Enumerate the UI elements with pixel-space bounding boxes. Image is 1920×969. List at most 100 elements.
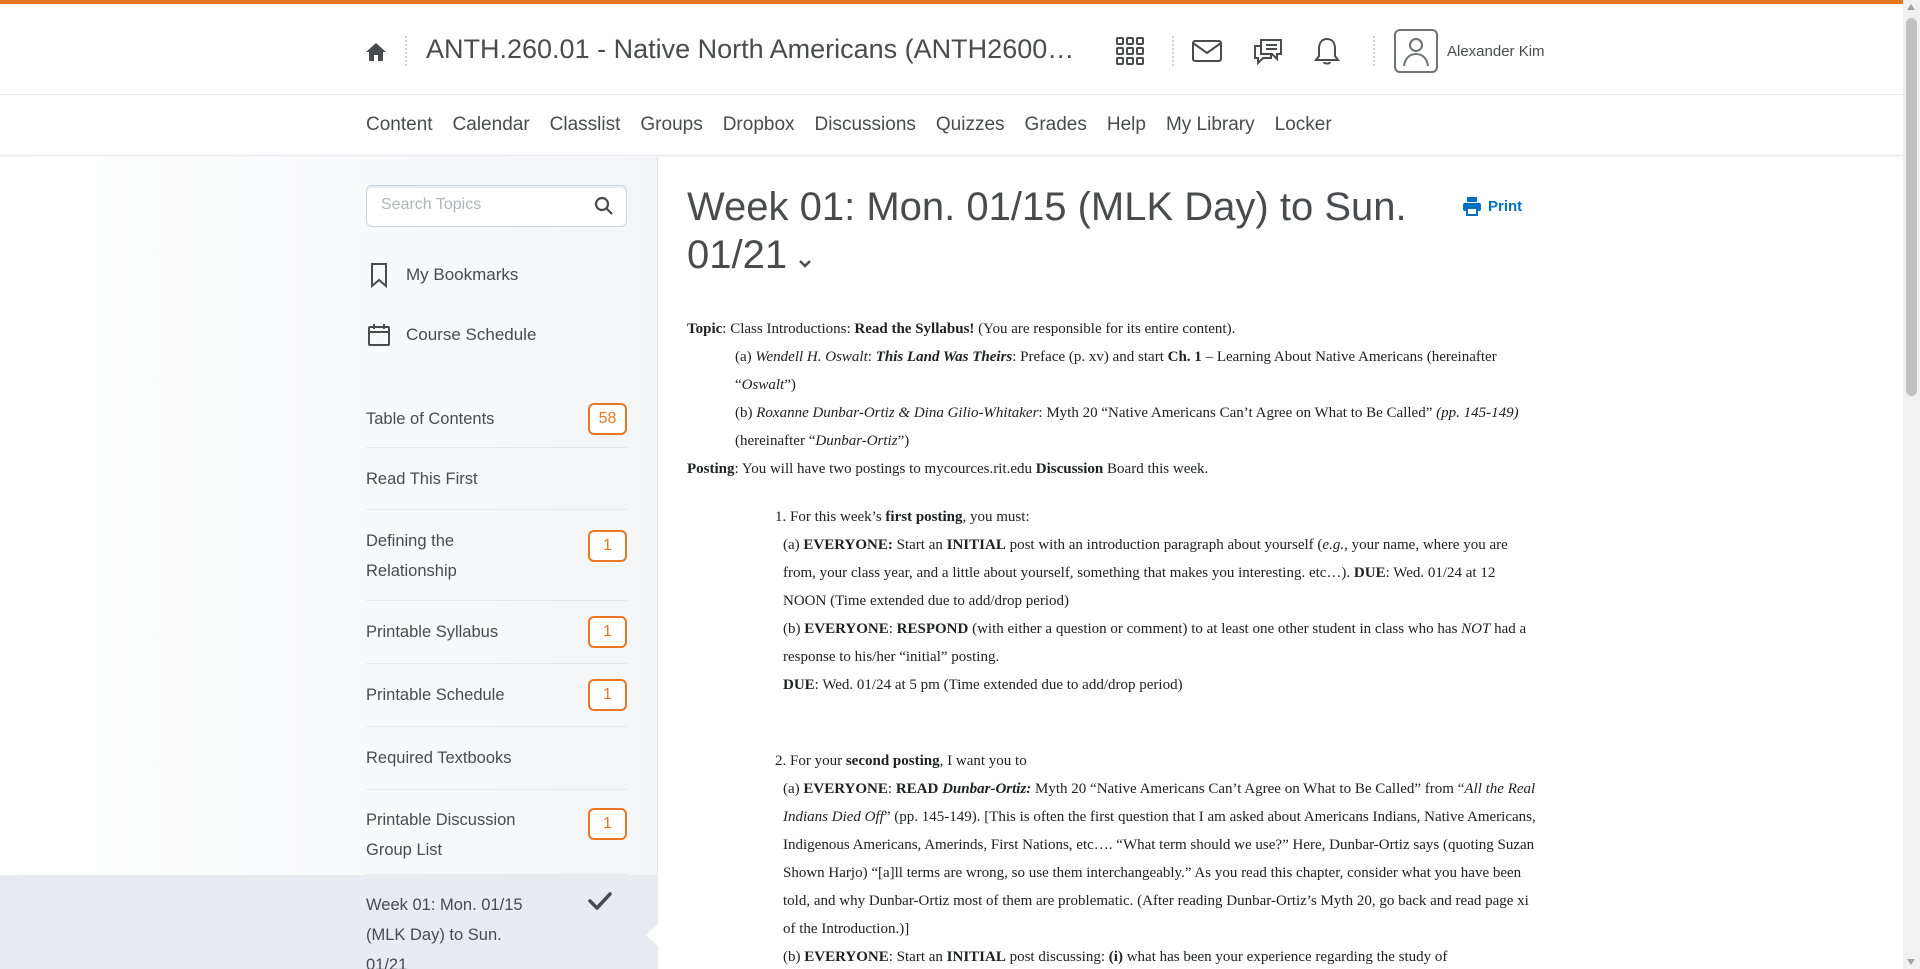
chat-bubbles-icon[interactable] <box>1249 32 1287 70</box>
text: Discussion <box>1035 461 1104 477</box>
text: Wendell H. Oswalt <box>755 349 868 365</box>
bookmark-icon <box>366 261 392 289</box>
nav-my-library[interactable]: My Library <box>1166 114 1255 136</box>
toc-item-label: Defining the Relationship <box>366 532 457 580</box>
course-navbar: Content Calendar Classlist Groups Dropbo… <box>0 96 1920 156</box>
reading-a: (a) Wendell H. Oswalt: This Land Was The… <box>687 343 1537 399</box>
nav-discussions[interactable]: Discussions <box>815 114 916 136</box>
text: first posting <box>885 509 963 525</box>
text: post discussing: <box>1005 949 1109 965</box>
scroll-down-arrow-icon[interactable] <box>1907 959 1915 965</box>
text: Read the Syllabus! <box>854 321 975 337</box>
toc-item-defining-the-relationship[interactable]: Defining the Relationship 1 <box>366 510 627 601</box>
text: : Preface (p. xv) and start <box>1012 349 1168 365</box>
unread-count-badge: 58 <box>588 403 627 435</box>
header: ANTH.260.01 - Native North Americans (AN… <box>0 4 1920 95</box>
page-scrollbar[interactable] <box>1903 0 1920 969</box>
my-bookmarks-link[interactable]: My Bookmarks <box>366 261 518 289</box>
toc-item-week-01[interactable]: Week 01: Mon. 01/15 (MLK Day) to Sun. 01… <box>366 890 627 969</box>
text: Board this week. <box>1103 461 1209 477</box>
text: , you must: <box>962 509 1030 525</box>
text: INITIAL <box>946 949 1006 965</box>
toc-item-label: Printable Schedule <box>366 686 505 704</box>
chevron-down-icon[interactable] <box>797 233 813 281</box>
nav-calendar[interactable]: Calendar <box>453 114 530 136</box>
text: (i) <box>1108 949 1123 965</box>
text: DUE <box>783 677 815 693</box>
toc-item-printable-syllabus[interactable]: Printable Syllabus 1 <box>366 601 627 664</box>
text: READ <box>895 781 939 797</box>
content-sidebar: My Bookmarks Course Schedule Table of Co… <box>0 157 659 969</box>
text: INITIAL <box>946 537 1006 553</box>
text: ”) <box>784 377 796 393</box>
text: EVERYONE <box>804 621 889 637</box>
toc-item-printable-schedule[interactable]: Printable Schedule 1 <box>366 664 627 727</box>
search-icon[interactable] <box>594 196 616 218</box>
nav-content[interactable]: Content <box>366 114 433 136</box>
nav-classlist[interactable]: Classlist <box>550 114 621 136</box>
posting-label: Posting <box>687 461 735 477</box>
text: : Start an <box>888 949 947 965</box>
text: (You are responsible for its entire cont… <box>974 321 1236 337</box>
search-topics-input[interactable] <box>381 196 581 214</box>
reading-b: (b) Roxanne Dunbar-Ortiz & Dina Gilio-Wh… <box>687 399 1537 455</box>
text: , I want you to <box>939 753 1027 769</box>
course-title[interactable]: ANTH.260.01 - Native North Americans (AN… <box>426 34 1076 65</box>
print-button[interactable]: Print <box>1462 196 1522 216</box>
toc-item-printable-discussion-group-list[interactable]: Printable Discussion Group List 1 <box>366 790 627 875</box>
home-icon[interactable] <box>364 40 388 64</box>
toc-item-label: Read This First <box>366 470 478 488</box>
text: (a) <box>783 781 804 797</box>
nav-grades[interactable]: Grades <box>1025 114 1087 136</box>
text: : <box>888 621 897 637</box>
text: (hereinafter “ <box>735 433 816 449</box>
text: 1. For this week’s <box>775 509 886 525</box>
user-name[interactable]: Alexander Kim <box>1447 43 1545 60</box>
toc-item-read-this-first[interactable]: Read This First <box>366 448 627 510</box>
nav-locker[interactable]: Locker <box>1275 114 1332 136</box>
posting-2-b: (b) EVERYONE: Start an INITIAL post disc… <box>687 943 1537 969</box>
text: e.g. <box>1322 537 1345 553</box>
nav-dropbox[interactable]: Dropbox <box>723 114 795 136</box>
posting-1-a: (a) EVERYONE: Start an INITIAL post with… <box>687 531 1537 615</box>
page-title-text: Week 01: Mon. 01/15 (MLK Day) to Sun. 01… <box>687 185 1407 277</box>
scrollbar-thumb[interactable] <box>1906 18 1917 396</box>
checkmark-icon <box>587 890 613 922</box>
toc-item-table-of-contents[interactable]: Table of Contents 58 <box>366 393 627 448</box>
print-label: Print <box>1488 197 1523 215</box>
posting-1-b-due: DUE: Wed. 01/24 at 5 pm (Time extended d… <box>687 671 1537 699</box>
bell-icon[interactable] <box>1308 32 1346 70</box>
nav-help[interactable]: Help <box>1107 114 1146 136</box>
topic-label: Topic <box>687 321 723 337</box>
toc-item-label: Required Textbooks <box>366 749 512 767</box>
text: (b) <box>783 621 805 637</box>
calendar-icon <box>366 321 392 349</box>
text: (with either a question or comment) to a… <box>968 621 1462 637</box>
text: (b) <box>783 949 805 965</box>
text: Dunbar-Ortiz: <box>942 781 1032 797</box>
toc-item-label: Printable Syllabus <box>366 623 499 641</box>
text: : <box>887 781 896 797</box>
user-avatar-icon[interactable] <box>1394 29 1438 73</box>
nav-quizzes[interactable]: Quizzes <box>936 114 1005 136</box>
text: ”) <box>897 433 910 449</box>
mail-icon[interactable] <box>1188 32 1226 70</box>
unread-count-badge: 1 <box>588 808 627 840</box>
text: This Land Was Theirs <box>875 349 1013 365</box>
posting-2-intro: 2. For your second posting, I want you t… <box>687 747 1537 775</box>
text: : You will have two postings to mycource… <box>734 461 1036 477</box>
toc-item-required-textbooks[interactable]: Required Textbooks <box>366 727 627 790</box>
waffle-grid-icon[interactable] <box>1111 32 1149 70</box>
printer-icon <box>1463 197 1481 216</box>
toc-item-label: Table of Contents <box>366 410 495 428</box>
topic-line: Topic: Class Introductions: Read the Syl… <box>687 315 1537 343</box>
scroll-up-arrow-icon[interactable] <box>1907 4 1915 10</box>
unread-count-badge: 1 <box>588 530 627 562</box>
nav-groups[interactable]: Groups <box>640 114 702 136</box>
text: what has been your experience regarding … <box>1122 949 1448 965</box>
text: NOT <box>1461 621 1491 637</box>
text: post with an introduction paragraph abou… <box>1005 537 1323 553</box>
toc-active-pointer <box>646 923 659 947</box>
course-schedule-link[interactable]: Course Schedule <box>366 321 536 349</box>
